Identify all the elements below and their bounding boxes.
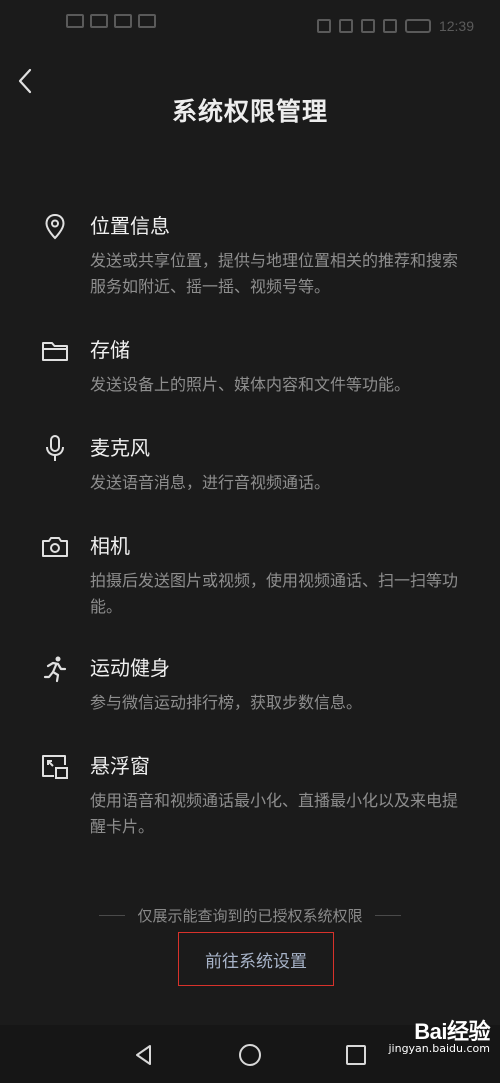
floating-window-icon [40,752,70,782]
permission-desc: 使用语音和视频通话最小化、直播最小化以及来电提醒卡片。 [90,791,459,836]
permission-desc: 发送或共享位置，提供与地理位置相关的推荐和搜索服务如附近、摇一摇、视频号等。 [90,251,459,296]
permission-name: 位置信息 [90,214,170,238]
triangle-back-icon [136,1045,151,1065]
status-bar: 12:39 [0,0,500,48]
permission-name: 麦克风 [90,436,150,460]
permission-name: 相机 [90,534,130,558]
signal-icon [90,14,108,28]
sim-icon [66,14,84,28]
nav-back-button[interactable] [132,1043,156,1067]
footer-note-text: 仅展示能查询到的已授权系统权限 [137,907,363,925]
settings-link-label: 前往系统设置 [205,951,307,972]
divider-right [374,915,401,916]
folder-icon [40,336,70,366]
wifi-icon [138,14,156,28]
battery-icon [404,19,431,33]
alarm-icon [338,19,353,33]
status-right-icons: 12:39 [316,18,474,34]
permission-desc: 拍摄后发送图片或视频，使用视频通话、扫一扫等功能。 [90,571,459,616]
running-person-icon [40,654,70,684]
signal-icon-2 [114,14,132,28]
permission-name: 悬浮窗 [90,754,150,778]
vibrate-icon [382,19,397,33]
go-to-system-settings-link[interactable]: 前往系统设置 [178,932,334,986]
nav-recents-button[interactable] [344,1043,368,1067]
page-title: 系统权限管理 [171,97,328,126]
baidu-jingyan-watermark: Bai经验 jingyan.baidu.com [388,1014,490,1055]
nfc-icon [316,19,331,33]
permission-desc: 参与微信运动排行榜，获取步数信息。 [90,693,363,712]
square-recents-icon [346,1045,366,1065]
location-pin-icon [40,212,70,242]
microphone-icon [40,434,70,464]
permission-name: 存储 [90,338,130,362]
bluetooth-icon [360,19,375,33]
watermark-url: jingyan.baidu.com [388,1042,490,1055]
nav-home-button[interactable] [238,1043,262,1067]
circle-home-icon [239,1044,261,1066]
camera-icon [40,532,70,562]
status-time: 12:39 [438,18,474,34]
permission-desc: 发送设备上的照片、媒体内容和文件等功能。 [90,375,411,394]
footer-note: 仅展示能查询到的已授权系统权限 [0,905,500,926]
permission-desc: 发送语音消息，进行音视频通话。 [90,473,331,492]
permission-name: 运动健身 [90,656,170,680]
status-left-icons [66,14,156,28]
divider-left [99,915,126,916]
